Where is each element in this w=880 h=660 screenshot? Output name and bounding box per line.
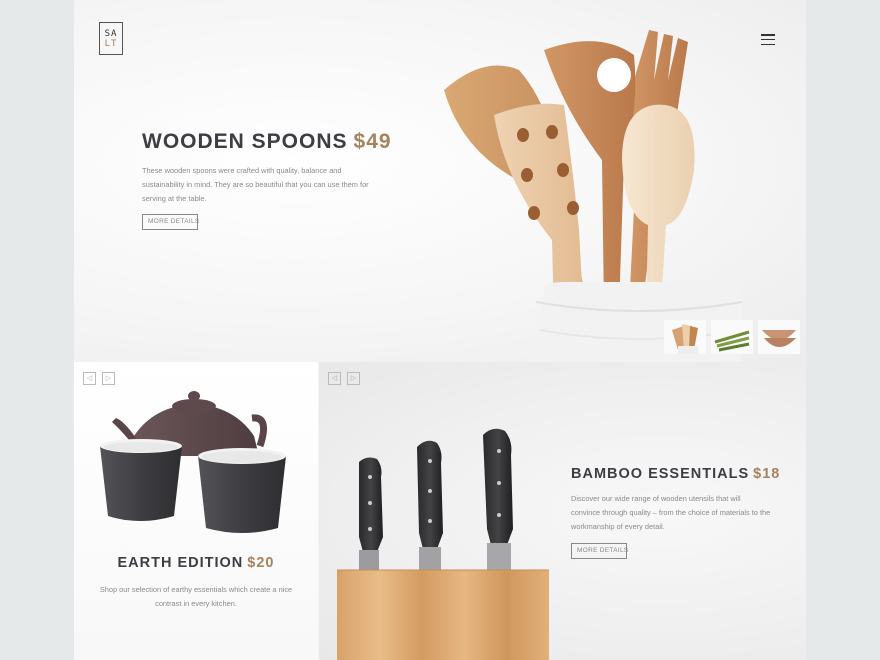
hamburger-menu-icon[interactable] — [761, 34, 775, 46]
hero-section: SA LT WOODEN SPOONS $49 These wooden spoo… — [74, 0, 806, 362]
wooden-spoons-image — [444, 30, 743, 362]
bamboo-price: $18 — [753, 466, 781, 482]
knife-block-image — [337, 428, 549, 660]
earth-title-text: EARTH EDITION — [117, 555, 244, 571]
page: SA LT WOODEN SPOONS $49 These wooden spoo… — [74, 0, 806, 660]
hero-title-text: WOODEN SPOONS — [142, 130, 348, 153]
hero-title: WOODEN SPOONS $49 — [142, 130, 392, 154]
wooden-bowls-thumb-icon — [758, 320, 800, 354]
earth-edition-panel: ◁ ▷ EARTH EDITION $20 Shop our selection … — [74, 362, 318, 660]
bamboo-more-details-button[interactable]: MORE DETAILS — [571, 543, 628, 559]
asparagus-thumb-icon — [711, 320, 753, 354]
earth-title: EARTH EDITION $20 — [74, 555, 318, 571]
wooden-spoons-thumb-icon — [664, 320, 706, 354]
earth-description: Shop our selection of earthy essentials … — [99, 585, 293, 608]
earth-price: $20 — [247, 555, 275, 571]
salt-logo[interactable]: SA LT — [99, 22, 123, 55]
thumbnail-wooden-spoons[interactable] — [664, 320, 706, 354]
bamboo-essentials-panel: ◁ ▷ BAMBOO ESSENTIALS $18 Discover our w… — [319, 362, 806, 660]
thumbnail-asparagus[interactable] — [711, 320, 753, 354]
thumbnail-wooden-bowls[interactable] — [758, 320, 800, 354]
hero-thumbnails — [664, 320, 800, 354]
teapot-cups-image — [100, 391, 286, 533]
logo-text-bottom: LT — [104, 38, 118, 49]
hero-more-details-button[interactable]: MORE DETAILS — [142, 214, 199, 230]
bamboo-next-arrow-icon[interactable]: ▷ — [347, 372, 360, 385]
bamboo-prev-arrow-icon[interactable]: ◁ — [328, 372, 341, 385]
bamboo-carousel-nav: ◁ ▷ — [328, 372, 360, 385]
hero-price: $49 — [353, 130, 392, 153]
bamboo-title: BAMBOO ESSENTIALS $18 — [571, 466, 780, 482]
hero-description: These wooden spoons were crafted with qu… — [142, 166, 369, 203]
bamboo-title-text: BAMBOO ESSENTIALS — [571, 466, 750, 482]
bamboo-description: Discover our wide range of wooden utensi… — [571, 494, 771, 531]
logo-text-top: SA — [104, 28, 118, 39]
